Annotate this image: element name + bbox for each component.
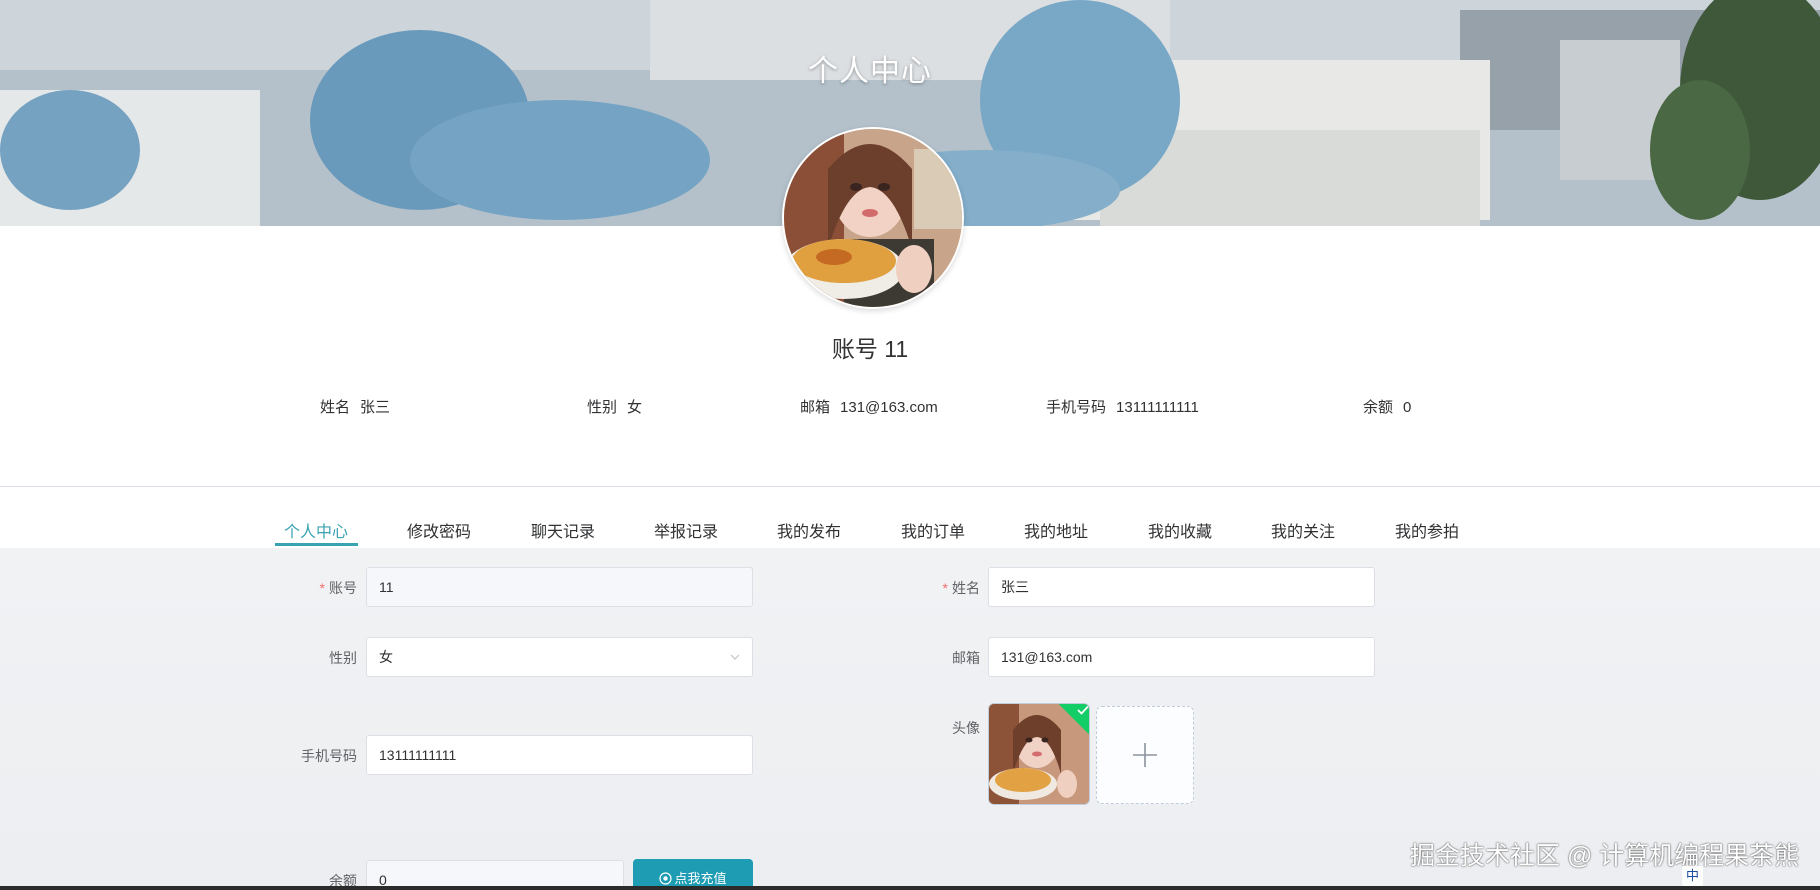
- account-title: 账号 11: [831, 336, 909, 362]
- phone-label: 手机号码: [301, 748, 357, 764]
- uploaded-avatar-thumbnail[interactable]: [988, 703, 1090, 805]
- avatar-upload-button[interactable]: [1096, 706, 1194, 804]
- info-balance: 余额 0: [1363, 396, 1411, 417]
- tab-my-auctions[interactable]: 我的参拍: [1395, 518, 1459, 542]
- info-name: 姓名 张三: [320, 396, 390, 417]
- gender-selected-value: 女: [379, 649, 393, 665]
- info-value: 13111111111: [1116, 399, 1199, 416]
- name-label: * 姓名: [942, 580, 980, 596]
- section-divider: [0, 486, 1820, 487]
- tab-my-addresses[interactable]: 我的地址: [1024, 518, 1088, 542]
- tab-chat-records[interactable]: 聊天记录: [531, 518, 595, 542]
- tab-change-password[interactable]: 修改密码: [407, 518, 471, 542]
- info-value: 0: [1403, 399, 1412, 416]
- tab-report-records[interactable]: 举报记录: [654, 518, 718, 542]
- email-label: 邮箱: [952, 650, 980, 666]
- profile-tabs: 个人中心 修改密码 聊天记录 举报记录 我的发布 我的订单 我的地址 我的收藏 …: [0, 512, 1820, 546]
- tab-personal-center[interactable]: 个人中心: [284, 518, 348, 542]
- plus-icon: [1133, 743, 1157, 767]
- info-label: 余额: [1363, 399, 1394, 416]
- name-input[interactable]: [988, 567, 1375, 607]
- recharge-button-label: 点我充值: [674, 871, 727, 886]
- chevron-down-icon: [730, 654, 740, 660]
- avatar-label: 头像: [952, 720, 980, 736]
- info-phone: 手机号码 13111111111: [1046, 396, 1199, 417]
- info-gender: 性别女: [587, 396, 642, 417]
- user-avatar: [782, 127, 964, 309]
- info-value: 女: [627, 399, 643, 416]
- tab-my-follows[interactable]: 我的关注: [1271, 518, 1335, 542]
- check-icon: [1077, 705, 1089, 715]
- account-input[interactable]: [366, 567, 753, 607]
- tab-my-posts[interactable]: 我的发布: [777, 518, 841, 542]
- required-mark: *: [942, 580, 948, 596]
- active-tab-indicator: [275, 543, 358, 546]
- screen-bottom-edge: [0, 886, 1820, 890]
- info-label: 性别: [587, 399, 618, 416]
- circle-dot-icon: [659, 872, 673, 885]
- gender-label: 性别: [329, 650, 357, 666]
- info-label: 姓名: [320, 399, 351, 416]
- info-label: 邮箱: [800, 399, 831, 416]
- required-mark: *: [319, 580, 325, 596]
- info-email: 邮箱 131@163.com: [800, 396, 938, 417]
- info-value: 张三: [360, 399, 391, 416]
- tab-my-orders[interactable]: 我的订单: [901, 518, 965, 542]
- page-title: 个人中心: [808, 55, 932, 88]
- avatar-image: [784, 129, 962, 307]
- info-label: 手机号码: [1046, 399, 1107, 416]
- ime-indicator[interactable]: 中: [1682, 866, 1704, 886]
- account-label: * 账号: [319, 580, 357, 596]
- site-watermark: 掘金技术社区 @ 计算机编程果茶熊: [1410, 842, 1800, 870]
- gender-select[interactable]: 女: [366, 637, 753, 677]
- info-value: 131@163.com: [840, 399, 938, 416]
- phone-input[interactable]: [366, 735, 753, 775]
- profile-info-row: 姓名 张三 性别女 邮箱 131@163.com 手机号码 13111111111 余…: [0, 396, 1820, 420]
- tab-my-favorites[interactable]: 我的收藏: [1148, 518, 1212, 542]
- email-input[interactable]: [988, 637, 1375, 677]
